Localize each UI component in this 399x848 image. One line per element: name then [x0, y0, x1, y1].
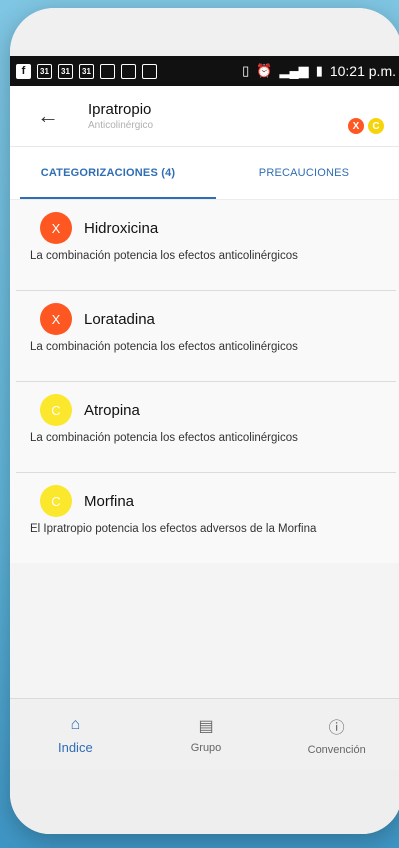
calendar-icon: [142, 63, 157, 79]
page-title: Ipratropio: [88, 101, 152, 118]
phone-frame: f 31 31 31 ▯ ⏰ ▂▄▆ ▮ 10:21 p.m. ← Ipratr…: [10, 8, 399, 834]
interaction-list: X Hidroxicina La combinación potencia lo…: [10, 200, 399, 563]
interaction-description: La combinación potencia los efectos anti…: [30, 341, 298, 353]
category-x-badge: X: [348, 118, 364, 134]
calendar-icon: 31: [58, 63, 73, 79]
nav-grupo[interactable]: ▤ Grupo: [141, 699, 272, 771]
category-c-badge: C: [368, 118, 384, 134]
interaction-description: La combinación potencia los efectos anti…: [30, 250, 298, 262]
status-bar: f 31 31 31 ▯ ⏰ ▂▄▆ ▮ 10:21 p.m.: [10, 56, 399, 86]
category-badges: X C: [348, 118, 384, 134]
calendar-icon: [100, 63, 115, 79]
nav-label: Grupo: [190, 742, 222, 754]
info-icon: ⓘ: [328, 720, 345, 737]
nav-label: Convención: [307, 744, 366, 756]
drug-name: Atropina: [84, 401, 140, 419]
app-bar: ← Ipratropio Anticolinérgico X C: [10, 86, 399, 147]
phone-bezel: [10, 8, 399, 56]
category-avatar: X: [40, 212, 72, 244]
nav-convencion[interactable]: ⓘ Convención: [271, 699, 399, 771]
interaction-description: El Ipratropio potencia los efectos adver…: [30, 523, 317, 535]
calendar-icon: 31: [37, 63, 52, 79]
phone-chin: [10, 770, 399, 834]
drug-name: Morfina: [84, 492, 135, 510]
interaction-description: La combinación potencia los efectos anti…: [30, 432, 298, 444]
category-avatar: X: [40, 303, 72, 335]
calendar-icon: 31: [79, 63, 94, 79]
alarm-icon: ⏰: [256, 63, 273, 78]
list-item[interactable]: C Morfina El Ipratropio potencia los efe…: [16, 473, 396, 563]
nav-indice[interactable]: ⌂ Indice: [10, 699, 141, 771]
tab-categorizaciones[interactable]: CATEGORIZACIONES (4): [10, 147, 206, 199]
drug-name: Loratadina: [84, 310, 155, 328]
page-subtitle: Anticolinérgico: [88, 120, 154, 131]
battery-icon: ▮: [315, 63, 323, 78]
tab-indicator: [20, 197, 216, 199]
signal-icon: ▂▄▆: [279, 63, 309, 78]
tab-bar: CATEGORIZACIONES (4) PRECAUCIONES: [10, 147, 399, 200]
home-icon: ⌂: [70, 715, 81, 733]
list-item[interactable]: X Loratadina La combinación potencia los…: [16, 291, 396, 382]
nav-label: Indice: [57, 739, 93, 755]
vibrate-icon: ▯: [242, 63, 250, 78]
list-item[interactable]: X Hidroxicina La combinación potencia lo…: [16, 200, 396, 291]
calendar-icon: [121, 63, 136, 79]
document-icon: ▤: [198, 718, 214, 735]
tab-precauciones[interactable]: PRECAUCIONES: [206, 147, 399, 199]
category-avatar: C: [40, 394, 72, 426]
facebook-icon: f: [16, 63, 31, 79]
status-time: 10:21 p.m.: [329, 63, 396, 79]
bottom-navigation: ⌂ Indice ▤ Grupo ⓘ Convención: [10, 698, 399, 771]
category-avatar: C: [40, 485, 72, 517]
list-item[interactable]: C Atropina La combinación potencia los e…: [16, 382, 396, 473]
drug-name: Hidroxicina: [84, 219, 159, 237]
back-arrow-icon[interactable]: ←: [28, 103, 68, 129]
